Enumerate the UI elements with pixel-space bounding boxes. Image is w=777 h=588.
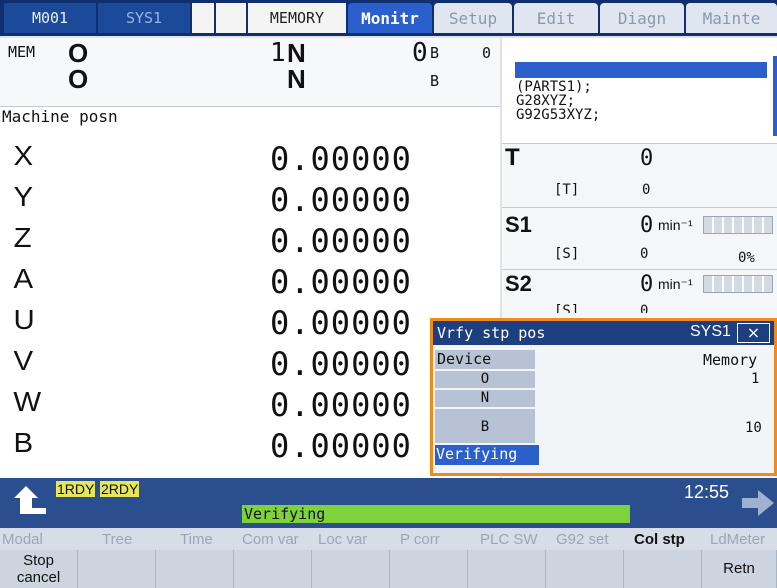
row-o-label: O	[435, 371, 535, 388]
stop-cancel-button[interactable]: Stop cancel	[0, 550, 78, 588]
axis-b-label: B	[13, 427, 34, 458]
b-value: 0	[482, 44, 492, 62]
dialog-title: Vrfy stp pos	[437, 324, 546, 342]
dialog-system: SYS1	[690, 323, 731, 340]
blank-cell	[216, 3, 246, 33]
menu-tree[interactable]: Tree	[102, 531, 132, 548]
axis-v-label: V	[13, 345, 34, 376]
row-b-value: 10	[745, 420, 762, 436]
menu-time[interactable]: Time	[180, 531, 213, 548]
s1-bracket-value: 0	[640, 246, 649, 262]
code-line-1: (PARTS1);	[516, 79, 592, 95]
verifying-status: Verifying	[435, 445, 539, 465]
fkey-6[interactable]	[390, 550, 468, 588]
s2-bracket-value: 0	[640, 303, 649, 313]
menu-modal[interactable]: Modal	[2, 531, 43, 548]
code-line-3: G92G53XYZ;	[516, 107, 601, 123]
menu-plc-sw[interactable]: PLC SW	[480, 531, 538, 548]
n-value: 0	[412, 38, 428, 68]
system-tab[interactable]: SYS1	[98, 3, 190, 33]
fkey-3[interactable]	[156, 550, 234, 588]
fkey-7[interactable]	[468, 550, 546, 588]
tab-diagn[interactable]: Diagn	[600, 3, 684, 33]
axis-a-value: 0.00000	[270, 263, 412, 301]
s2-value: 0	[640, 272, 654, 297]
row-b-label: B	[435, 409, 535, 443]
s2-bracket: [S]	[554, 303, 580, 313]
tool-bracket-value: 0	[642, 182, 651, 198]
verify-stop-position-dialog: Vrfy stp pos SYS1 × Device Memory O 1 N …	[430, 318, 777, 476]
s1-unit: min⁻¹	[658, 217, 693, 233]
divider	[502, 207, 777, 208]
tab-mainte[interactable]: Mainte	[686, 3, 777, 33]
axis-u-label: U	[13, 304, 35, 335]
menu-loc-var[interactable]: Loc var	[318, 531, 367, 548]
blank-cell	[192, 3, 214, 33]
axis-y-label: Y	[13, 181, 34, 212]
tool-bracket: [T]	[554, 182, 580, 198]
retn-button[interactable]: Retn	[702, 550, 777, 588]
n-label-2: N	[287, 64, 306, 94]
s1-value: 0	[640, 213, 654, 238]
menu-next-arrow-icon[interactable]	[740, 486, 776, 520]
axis-x-label: X	[13, 140, 34, 171]
tab-monitr[interactable]: Monitr	[348, 3, 432, 33]
machine-posn-title: Machine posn	[2, 107, 118, 126]
s1-load-meter	[703, 216, 773, 234]
menu-up-arrow-icon[interactable]	[10, 484, 50, 518]
code-line-2: G28XYZ;	[516, 93, 576, 109]
fkey-8[interactable]	[546, 550, 624, 588]
divider	[502, 269, 777, 270]
menu-ldmeter[interactable]: LdMeter	[710, 531, 765, 548]
axis-a-label: A	[13, 263, 34, 294]
s1-bracket: [S]	[554, 246, 580, 262]
row-o-value: 1	[751, 371, 760, 387]
menu-g92-set[interactable]: G92 set	[556, 531, 609, 548]
axis-z-value: 0.00000	[270, 222, 412, 260]
current-block-highlight	[515, 62, 767, 78]
menu-col-stp[interactable]: Col stp	[634, 531, 685, 548]
device-header: Device	[435, 350, 535, 369]
b-label: B	[430, 44, 440, 62]
s1-label: S1	[505, 212, 532, 237]
tool-label: T	[505, 144, 520, 171]
clock: 12:55	[684, 482, 730, 502]
memory-header: Memory	[703, 351, 758, 369]
b-label-2: B	[430, 72, 440, 90]
menu-com-var[interactable]: Com var	[242, 531, 299, 548]
s2-load-meter	[703, 275, 773, 293]
s2-label: S2	[505, 271, 532, 296]
axis-z-label: Z	[13, 222, 32, 253]
row-n-label: N	[435, 390, 535, 407]
s2-unit: min⁻¹	[658, 276, 693, 292]
tab-setup[interactable]: Setup	[434, 3, 512, 33]
rdy-2-indicator: 2RDY	[100, 481, 140, 497]
axis-w-label: W	[13, 386, 42, 417]
fkey-2[interactable]	[78, 550, 156, 588]
mode-label: MEM	[8, 43, 36, 61]
menu-p-corr[interactable]: P corr	[400, 531, 440, 548]
o-value: 1	[270, 38, 286, 68]
fkey-5[interactable]	[312, 550, 390, 588]
fkey-9[interactable]	[624, 550, 702, 588]
preview-scrollbar[interactable]	[773, 56, 777, 136]
s1-load-percent: 0%	[738, 250, 755, 266]
close-icon[interactable]: ×	[737, 323, 770, 343]
axis-x-value: 0.00000	[270, 140, 412, 178]
axis-y-value: 0.00000	[270, 181, 412, 219]
mode-indicator: MEMORY	[248, 3, 346, 33]
tool-value: 0	[640, 146, 654, 171]
tab-edit[interactable]: Edit	[514, 3, 598, 33]
program-tab[interactable]: M001	[4, 3, 96, 33]
fkey-4[interactable]	[234, 550, 312, 588]
status-message: Verifying	[242, 505, 630, 523]
o-label-2: O	[68, 64, 89, 94]
rdy-1-indicator: 1RDY	[56, 481, 96, 497]
